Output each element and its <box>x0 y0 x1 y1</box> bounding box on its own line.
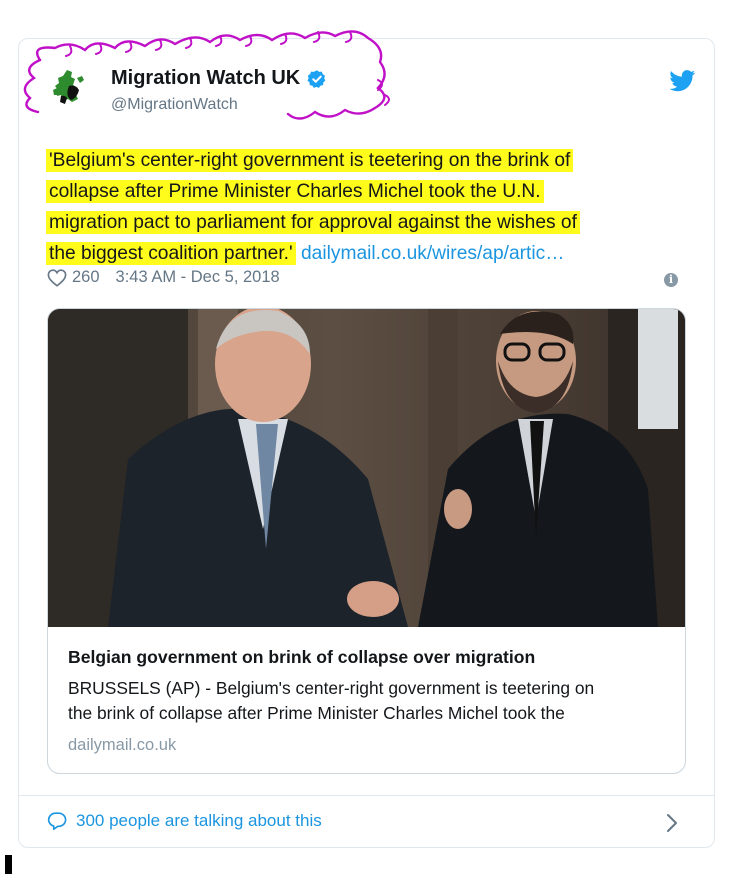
link-preview-body: Belgian government on brink of collapse … <box>68 647 673 755</box>
tweet-text-line-2: collapse after Prime Minister Charles Mi… <box>46 180 544 203</box>
link-preview-domain: dailymail.co.uk <box>68 736 177 754</box>
tweet-text-line-4: the biggest coalition partner.' <box>46 242 296 265</box>
info-icon[interactable]: i <box>664 273 678 287</box>
like-count[interactable]: 260 <box>72 268 100 287</box>
article-photo <box>48 309 685 627</box>
link-preview-title: Belgian government on brink of collapse … <box>68 647 536 667</box>
tweet-meta: 260 3:43 AM - Dec 5, 2018 <box>47 268 280 287</box>
heart-icon[interactable] <box>47 268 67 287</box>
avatar[interactable] <box>47 66 91 110</box>
text-cursor <box>5 855 12 874</box>
link-preview-card[interactable]: Belgian government on brink of collapse … <box>47 308 686 774</box>
verified-badge-icon <box>307 69 326 88</box>
tweet-text-line-1: 'Belgium's center-right government is te… <box>46 149 574 172</box>
talking-about-link[interactable]: 300 people are talking about this <box>47 811 322 831</box>
tweet-text-line-3: migration pact to parliament for approva… <box>46 211 580 234</box>
tweet-link[interactable]: dailymail.co.uk/wires/ap/artic… <box>301 243 564 264</box>
footer-divider <box>18 795 715 796</box>
tweet-text: 'Belgium's center-right government is te… <box>46 145 676 269</box>
tweet-timestamp[interactable]: 3:43 AM - Dec 5, 2018 <box>116 268 280 287</box>
twitter-bird-icon[interactable] <box>669 70 696 92</box>
speech-bubble-icon <box>47 812 67 830</box>
link-preview-description-line-1: BRUSSELS (AP) - Belgium's center-right g… <box>68 678 595 698</box>
author-name-row[interactable]: Migration Watch UK <box>111 67 327 90</box>
link-preview-description: BRUSSELS (AP) - Belgium's center-right g… <box>68 676 673 726</box>
link-preview-description-line-2: the brink of collapse after Prime Minist… <box>68 703 565 723</box>
display-name[interactable]: Migration Watch UK <box>111 67 300 90</box>
author-handle[interactable]: @MigrationWatch <box>111 96 238 114</box>
talking-about-text[interactable]: 300 people are talking about this <box>76 811 322 831</box>
chevron-right-icon[interactable] <box>666 813 678 833</box>
